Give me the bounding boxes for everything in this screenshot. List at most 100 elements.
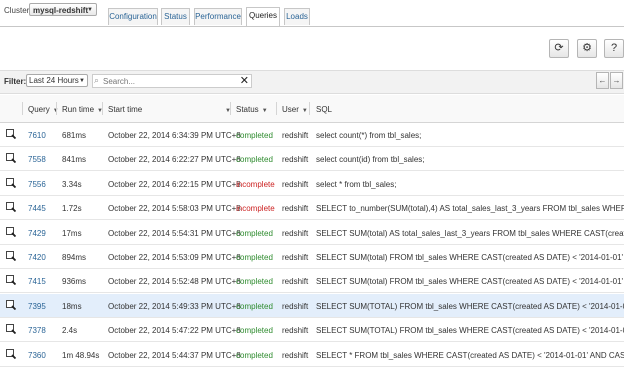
run-time: 894ms bbox=[62, 253, 87, 262]
column-header-query[interactable]: Query▼ bbox=[28, 105, 59, 114]
table-row[interactable]: 7420 894ms October 22, 2014 5:53:09 PM UTC… bbox=[0, 245, 624, 269]
status-badge: completed bbox=[236, 301, 273, 311]
tab-loads[interactable]: Loads bbox=[284, 8, 310, 25]
query-id-link[interactable]: 7556 bbox=[28, 180, 46, 189]
run-time: 18ms bbox=[62, 301, 82, 311]
magnify-icon[interactable] bbox=[6, 251, 16, 261]
column-header-sql[interactable]: SQL bbox=[316, 105, 332, 114]
query-id-link[interactable]: 7378 bbox=[28, 326, 46, 335]
start-time: October 22, 2014 6:34:39 PM UTC+8 bbox=[108, 131, 241, 140]
table-row[interactable]: 7360 1m 48.94s October 22, 2014 5:44:37 PM… bbox=[0, 343, 624, 367]
run-time: 681ms bbox=[62, 131, 87, 140]
table-row[interactable]: 7558 841ms October 22, 2014 6:22:27 PM UTC… bbox=[0, 147, 624, 172]
status-badge: completed bbox=[236, 228, 273, 238]
query-id-link[interactable]: 7610 bbox=[28, 131, 46, 140]
table-row[interactable]: 7378 2.4s October 22, 2014 5:47:22 PM UTC+… bbox=[0, 318, 624, 343]
status-badge: completed bbox=[236, 350, 273, 360]
refresh-button[interactable]: ⟳ bbox=[549, 39, 569, 58]
run-time: 1.72s bbox=[62, 204, 82, 214]
filter-bar: Filter: Last 24 Hours ▼ ⌕ ✕ bbox=[0, 70, 624, 94]
query-id-link[interactable]: 7429 bbox=[28, 229, 46, 238]
magnify-icon[interactable] bbox=[6, 348, 16, 359]
query-id-link[interactable]: 7395 bbox=[28, 302, 46, 311]
magnify-icon[interactable] bbox=[6, 129, 16, 139]
column-divider bbox=[276, 102, 277, 115]
status-badge: completed bbox=[236, 131, 273, 140]
run-time: 936ms bbox=[62, 277, 87, 287]
magnify-icon[interactable] bbox=[6, 177, 16, 188]
query-id-link[interactable]: 7445 bbox=[28, 204, 46, 213]
start-time: October 22, 2014 5:53:09 PM UTC+8 bbox=[108, 253, 241, 262]
column-divider bbox=[22, 102, 23, 115]
user-name: redshift bbox=[282, 277, 309, 287]
magnify-icon[interactable] bbox=[6, 324, 16, 335]
gear-icon: ⚙ bbox=[582, 42, 592, 54]
column-header-start-time[interactable]: Start time bbox=[108, 105, 142, 114]
cluster-select[interactable]: mysql-redshift ▼ bbox=[29, 3, 97, 16]
magnify-icon[interactable] bbox=[6, 275, 16, 286]
start-time: October 22, 2014 5:54:31 PM UTC+8 bbox=[108, 228, 241, 238]
tab-performance[interactable]: Performance bbox=[194, 8, 242, 25]
prev-page-button[interactable]: ← bbox=[596, 72, 609, 89]
sql-text: SELECT SUM(total) FROM tbl_sales WHERE C… bbox=[316, 253, 624, 262]
user-name: redshift bbox=[282, 350, 309, 360]
status-badge: completed bbox=[236, 326, 273, 336]
table-row[interactable]: 7415 936ms October 22, 2014 5:52:48 PM UTC… bbox=[0, 269, 624, 294]
magnify-icon[interactable] bbox=[6, 202, 16, 213]
table-header: Query▼ Run time▼ Start time ▼ Status▼ Us… bbox=[0, 95, 624, 123]
start-time: October 22, 2014 5:58:03 PM UTC+8 bbox=[108, 204, 241, 214]
column-divider bbox=[309, 102, 310, 115]
search-input[interactable] bbox=[103, 76, 233, 86]
run-time: 17ms bbox=[62, 228, 82, 238]
query-id-link[interactable]: 7420 bbox=[28, 253, 46, 262]
run-time: 2.4s bbox=[62, 326, 78, 336]
query-id-link[interactable]: 7558 bbox=[28, 155, 46, 164]
sql-text: select count(*) from tbl_sales; bbox=[316, 131, 422, 140]
sql-text: SELECT to_number(SUM(total),4) AS total_… bbox=[316, 204, 624, 214]
run-time: 841ms bbox=[62, 155, 87, 165]
settings-button[interactable]: ⚙ bbox=[577, 39, 597, 58]
column-header-run-time[interactable]: Run time ▼ bbox=[62, 105, 103, 114]
status-badge: completed bbox=[236, 155, 273, 165]
start-time: October 22, 2014 5:47:22 PM UTC+8 bbox=[108, 326, 241, 336]
magnify-icon[interactable] bbox=[6, 299, 16, 310]
column-header-user[interactable]: User ▼ bbox=[282, 105, 308, 114]
column-divider bbox=[56, 102, 57, 115]
table-row[interactable]: 7445 1.72s October 22, 2014 5:58:03 PM UTC… bbox=[0, 196, 624, 221]
sql-text: SELECT SUM(TOTAL) FROM tbl_sales WHERE C… bbox=[316, 326, 624, 336]
user-name: redshift bbox=[282, 204, 309, 214]
filter-label: Filter: bbox=[4, 77, 27, 86]
column-header-status[interactable]: Status ▼ bbox=[236, 105, 268, 114]
tab-status[interactable]: Status bbox=[161, 8, 190, 25]
start-time: October 22, 2014 5:52:48 PM UTC+8 bbox=[108, 277, 241, 287]
run-time: 1m 48.94s bbox=[62, 350, 100, 360]
sql-text: select * from tbl_sales; bbox=[316, 179, 397, 189]
magnify-icon[interactable] bbox=[6, 153, 16, 164]
query-id-link[interactable]: 7415 bbox=[28, 277, 46, 286]
table-row[interactable]: 7395 18ms October 22, 2014 5:49:33 PM UTC+… bbox=[0, 293, 624, 318]
table-row[interactable]: 7556 3.34s October 22, 2014 6:22:15 PM UTC… bbox=[0, 172, 624, 196]
start-time: October 22, 2014 6:22:15 PM UTC+8 bbox=[108, 179, 241, 189]
user-name: redshift bbox=[282, 253, 309, 262]
sql-text: SELECT SUM(total) AS total_sales_last_3_… bbox=[316, 228, 624, 238]
user-name: redshift bbox=[282, 179, 309, 189]
caret-down-icon: ▼ bbox=[79, 78, 85, 84]
cluster-label: Cluster: bbox=[4, 6, 32, 15]
query-id-link[interactable]: 7360 bbox=[28, 351, 46, 360]
search-icon: ⌕ bbox=[94, 75, 100, 85]
tab-configuration[interactable]: Configuration bbox=[108, 8, 158, 25]
magnify-icon[interactable] bbox=[6, 226, 16, 237]
table-row[interactable]: 7429 17ms October 22, 2014 5:54:31 PM UTC+… bbox=[0, 221, 624, 245]
tab-queries[interactable]: Queries bbox=[246, 7, 280, 26]
run-time: 3.34s bbox=[62, 179, 82, 189]
clear-icon[interactable]: ✕ bbox=[240, 74, 249, 87]
column-divider bbox=[102, 102, 103, 115]
next-page-button[interactable]: → bbox=[610, 72, 623, 89]
status-badge: completed bbox=[236, 277, 273, 287]
caret-down-icon: ▼ bbox=[87, 7, 93, 13]
user-name: redshift bbox=[282, 228, 309, 238]
table-row[interactable]: 7610 681ms October 22, 2014 6:34:39 PM UTC… bbox=[0, 123, 624, 147]
sort-icon: ▼ bbox=[301, 108, 308, 114]
help-button[interactable]: ? bbox=[604, 39, 624, 58]
time-range-select[interactable]: Last 24 Hours ▼ bbox=[26, 74, 88, 87]
